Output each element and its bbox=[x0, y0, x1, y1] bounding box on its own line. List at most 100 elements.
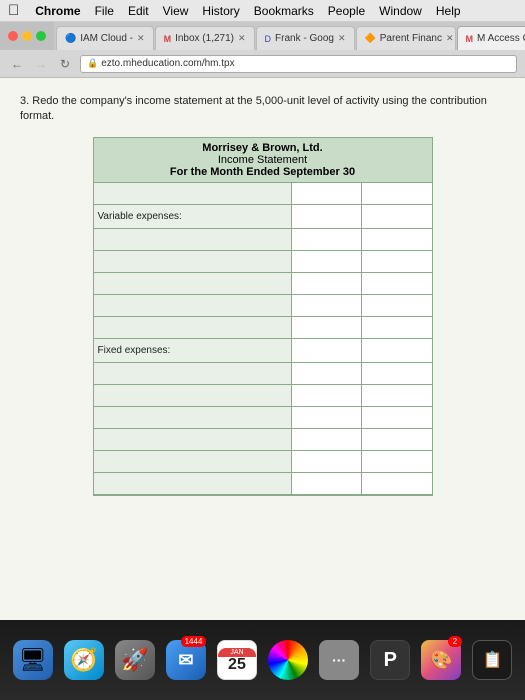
var-input-3a[interactable] bbox=[292, 273, 361, 294]
var-input-5a[interactable] bbox=[292, 317, 361, 338]
dock-photos[interactable] bbox=[266, 636, 311, 684]
var-input-4b[interactable] bbox=[362, 295, 432, 316]
tab-label-frank: Frank - Goog bbox=[275, 33, 334, 44]
menu-help[interactable]: Help bbox=[436, 4, 461, 18]
tab-inbox[interactable]: M Inbox (1,271) ✕ bbox=[155, 26, 255, 50]
var-row-4 bbox=[94, 295, 432, 317]
menu-view[interactable]: View bbox=[163, 4, 189, 18]
tab-label-inbox: Inbox (1,271) bbox=[175, 33, 234, 44]
variable-input1[interactable] bbox=[292, 205, 361, 228]
dock-safari[interactable]: 🧭 bbox=[61, 636, 106, 684]
close-button[interactable] bbox=[8, 31, 18, 41]
fix-input-5a[interactable] bbox=[292, 451, 361, 472]
apple-menu[interactable]:  bbox=[8, 2, 19, 19]
dock-mail[interactable]: ✉ 1444 bbox=[163, 636, 208, 684]
minimize-button[interactable] bbox=[22, 31, 32, 41]
dock-color-app[interactable]: 🎨 2 bbox=[419, 636, 464, 684]
fix-input-4b[interactable] bbox=[362, 429, 432, 450]
browser-wrapper: 🔵 IAM Cloud - ✕ M Inbox (1,271) ✕ D Fran… bbox=[0, 22, 525, 620]
menu-history[interactable]: History bbox=[202, 4, 239, 18]
var-input-1a[interactable] bbox=[292, 229, 361, 250]
company-name: Morrisey & Brown, Ltd. bbox=[96, 142, 430, 154]
back-button[interactable]: ← bbox=[8, 55, 26, 73]
header-row bbox=[94, 183, 432, 205]
fix-input-5b[interactable] bbox=[362, 451, 432, 472]
fix-input-3b[interactable] bbox=[362, 407, 432, 428]
notes-icon: 📋 bbox=[472, 640, 512, 680]
tab-bar: 🔵 IAM Cloud - ✕ M Inbox (1,271) ✕ D Fran… bbox=[54, 22, 525, 50]
lock-icon: 🔒 bbox=[87, 58, 98, 69]
reload-button[interactable]: ↻ bbox=[56, 55, 74, 73]
fix-input-1a[interactable] bbox=[292, 363, 361, 384]
tab-frank[interactable]: D Frank - Goog ✕ bbox=[256, 26, 355, 50]
variable-val2[interactable] bbox=[362, 205, 432, 228]
fixed-val1[interactable] bbox=[292, 339, 362, 362]
menu-bar:  Chrome File Edit View History Bookmark… bbox=[0, 0, 525, 22]
forward-button[interactable]: → bbox=[32, 55, 50, 73]
var-input-1b[interactable] bbox=[362, 229, 432, 250]
var-input-4a[interactable] bbox=[292, 295, 361, 316]
fixed-expenses-row: Fixed expenses: bbox=[94, 339, 432, 363]
var-input-2b[interactable] bbox=[362, 251, 432, 272]
variable-label: Variable expenses: bbox=[94, 205, 292, 228]
dock-calendar[interactable]: JAN 25 bbox=[214, 636, 259, 684]
tab-icon-inbox: M bbox=[164, 34, 172, 44]
tab-icon-iam: 🔵 bbox=[65, 33, 76, 44]
question-text: 3. Redo the company's income statement a… bbox=[20, 94, 505, 125]
fix-input-6b[interactable] bbox=[362, 473, 432, 494]
dock-p-app[interactable]: P bbox=[368, 636, 413, 684]
menu-bookmarks[interactable]: Bookmarks bbox=[254, 4, 314, 18]
tab-close-parent[interactable]: ✕ bbox=[446, 33, 454, 44]
variable-val1[interactable] bbox=[292, 205, 362, 228]
tab-icon-frank: D bbox=[265, 34, 272, 44]
var-input-2a[interactable] bbox=[292, 251, 361, 272]
menu-edit[interactable]: Edit bbox=[128, 4, 149, 18]
fix-row-1 bbox=[94, 363, 432, 385]
var-input-3b[interactable] bbox=[362, 273, 432, 294]
var-input-5b[interactable] bbox=[362, 317, 432, 338]
fixed-label: Fixed expenses: bbox=[94, 339, 292, 362]
fix-row-6 bbox=[94, 473, 432, 495]
launchpad-icon: 🚀 bbox=[115, 640, 155, 680]
tab-iam-cloud[interactable]: 🔵 IAM Cloud - ✕ bbox=[56, 26, 154, 50]
tab-access[interactable]: M M Access Conn ✕ bbox=[457, 26, 525, 50]
fix-input-3a[interactable] bbox=[292, 407, 361, 428]
fix-row-2 bbox=[94, 385, 432, 407]
color-app-badge: 2 bbox=[448, 636, 462, 647]
tab-close-inbox[interactable]: ✕ bbox=[238, 33, 246, 44]
menu-people[interactable]: People bbox=[328, 4, 365, 18]
variable-input2[interactable] bbox=[362, 205, 432, 228]
statement-header: Morrisey & Brown, Ltd. Income Statement … bbox=[94, 138, 432, 183]
address-bar[interactable]: 🔒 ezto.mheducation.com/hm.tpx bbox=[80, 55, 517, 73]
fix-input-1b[interactable] bbox=[362, 363, 432, 384]
fix-input-6a[interactable] bbox=[292, 473, 361, 494]
fix-input-4a[interactable] bbox=[292, 429, 361, 450]
fixed-val2[interactable] bbox=[362, 339, 432, 362]
menu-chrome[interactable]: Chrome bbox=[35, 4, 80, 18]
menu-window[interactable]: Window bbox=[379, 4, 422, 18]
fix-input-2a[interactable] bbox=[292, 385, 361, 406]
tab-close-frank[interactable]: ✕ bbox=[338, 33, 346, 44]
safari-icon: 🧭 bbox=[64, 640, 104, 680]
tab-close-iam[interactable]: ✕ bbox=[137, 33, 145, 44]
income-statement: Morrisey & Brown, Ltd. Income Statement … bbox=[93, 137, 433, 496]
page-content: 3. Redo the company's income statement a… bbox=[0, 78, 525, 620]
dock-dots[interactable]: ··· bbox=[317, 636, 362, 684]
traffic-lights bbox=[0, 31, 54, 41]
menu-file[interactable]: File bbox=[95, 4, 114, 18]
fullscreen-button[interactable] bbox=[36, 31, 46, 41]
url-text: ezto.mheducation.com/hm.tpx bbox=[101, 58, 234, 69]
dots-icon: ··· bbox=[319, 640, 359, 680]
dock-finder[interactable]: 🖥 bbox=[10, 636, 55, 684]
fixed-input1[interactable] bbox=[292, 339, 361, 362]
tab-parent[interactable]: 🔶 Parent Financ ✕ bbox=[356, 26, 456, 50]
nav-bar: ← → ↻ 🔒 ezto.mheducation.com/hm.tpx bbox=[0, 50, 525, 78]
variable-expenses-row: Variable expenses: bbox=[94, 205, 432, 229]
dock-notes-app[interactable]: 📋 bbox=[470, 636, 515, 684]
tab-label-parent: Parent Financ bbox=[380, 33, 442, 44]
fixed-input2[interactable] bbox=[362, 339, 432, 362]
dock-launchpad[interactable]: 🚀 bbox=[112, 636, 157, 684]
tab-label-access: M Access Conn bbox=[477, 33, 525, 44]
var-row-5 bbox=[94, 317, 432, 339]
fix-input-2b[interactable] bbox=[362, 385, 432, 406]
